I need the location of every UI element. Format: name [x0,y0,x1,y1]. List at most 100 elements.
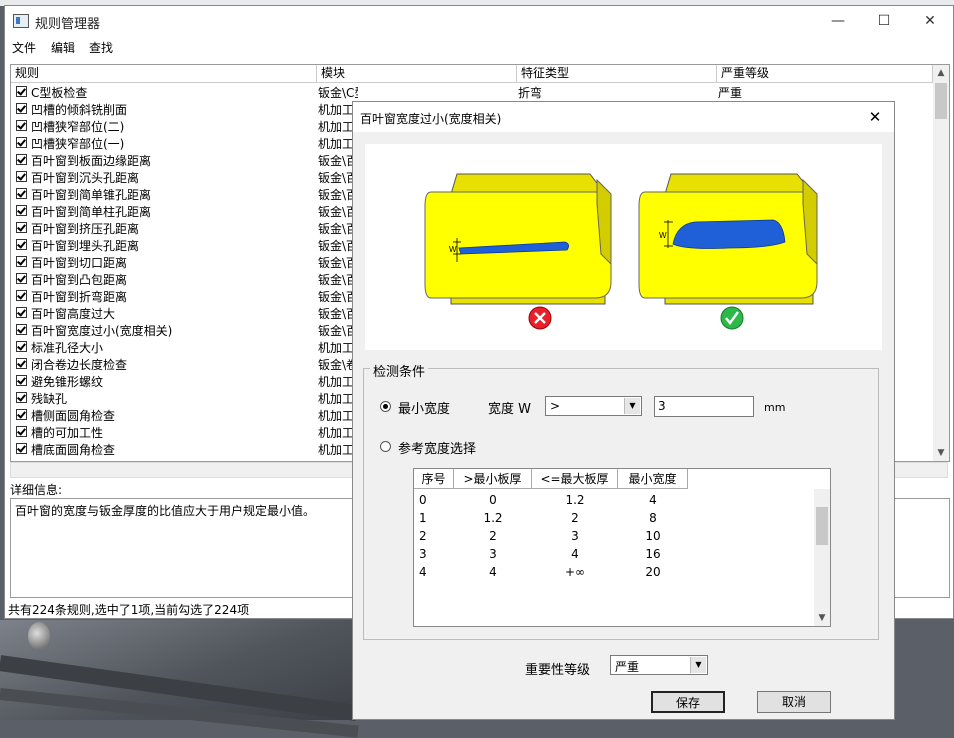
rule-name: 闭合卷边长度检查 [31,358,128,372]
importance-label: 重要性等级 [525,663,591,678]
rule-checkbox[interactable] [16,307,27,318]
rule-checkbox[interactable] [16,103,27,114]
column-header-rule[interactable]: 规则 [11,65,317,82]
table-cell[interactable]: 4 [532,545,618,563]
table-cell[interactable]: 2 [414,527,454,545]
table-cell[interactable]: 3 [454,545,532,563]
table-cell[interactable]: 4 [618,491,688,509]
minimize-icon[interactable]: — [823,10,853,32]
rule-name: 残缺孔 [31,392,68,406]
width-w-label: 宽度 W [488,402,531,417]
table-cell[interactable]: 4 [454,563,532,581]
table-cell[interactable]: 1 [414,509,454,527]
scroll-up-icon[interactable]: ▲ [933,65,949,81]
importance-select[interactable]: 严重 ▼ [610,655,708,675]
rule-checkbox[interactable] [16,205,27,216]
rule-name: 百叶窗到折弯距离 [31,290,128,304]
table-header-max-thickness[interactable]: <=最大板厚 [532,469,618,489]
rule-checkbox[interactable] [16,273,27,284]
close-icon[interactable]: ✕ [915,10,945,32]
column-header-feature[interactable]: 特征类型 [517,65,717,82]
table-header-min-thickness[interactable]: >最小板厚 [454,469,532,489]
rule-name: 凹槽狭窄部位(二) [31,120,125,134]
dialog-title: 百叶窗宽度过小(宽度相关) [360,112,502,126]
rule-list-vscrollbar[interactable]: ▲ ▼ [933,65,949,461]
window-title: 规则管理器 [35,17,101,32]
rule-name: 百叶窗到简单锥孔距离 [31,188,152,202]
rule-checkbox[interactable] [16,290,27,301]
rule-name: 百叶窗到凸包距离 [31,273,128,287]
rule-name: 槽底面圆角检查 [31,443,116,457]
radio-min-width[interactable] [380,401,391,412]
rule-checkbox[interactable] [16,222,27,233]
min-width-input[interactable]: 3 [654,396,754,417]
rule-name: 凹槽狭窄部位(一) [31,137,125,151]
menu-edit[interactable]: 编辑 [51,39,75,56]
rule-feature: 折弯 [518,86,543,100]
rule-checkbox[interactable] [16,341,27,352]
rule-checkbox[interactable] [16,375,27,386]
rule-checkbox[interactable] [16,392,27,403]
scroll-thumb[interactable] [935,83,947,119]
table-cell[interactable]: 3 [414,545,454,563]
rule-checkbox[interactable] [16,409,27,420]
dialog-title-bar[interactable]: 百叶窗宽度过小(宽度相关) ✕ [353,102,894,132]
rule-checkbox[interactable] [16,137,27,148]
dialog-close-icon[interactable]: ✕ [862,106,888,128]
table-header-index[interactable]: 序号 [414,469,454,489]
scroll-down-icon[interactable]: ▼ [814,610,830,626]
rule-checkbox[interactable] [16,171,27,182]
menu-find[interactable]: 查找 [89,39,113,56]
scroll-down-icon[interactable]: ▼ [933,445,949,461]
table-row[interactable]: C型板检查 钣金\C型板 折弯 严重 [11,83,933,100]
dimension-w-label: W [659,231,667,240]
table-cell[interactable]: 3 [532,527,618,545]
rule-name: 百叶窗到切口距离 [31,256,128,270]
rule-checkbox[interactable] [16,86,27,97]
table-cell[interactable]: 10 [618,527,688,545]
table-cell[interactable]: 0 [454,491,532,509]
rule-checkbox[interactable] [16,239,27,250]
table-cell[interactable]: 2 [532,509,618,527]
chevron-down-icon[interactable]: ▼ [690,657,706,673]
rule-checkbox[interactable] [16,324,27,335]
table-cell[interactable]: 0 [414,491,454,509]
operator-select[interactable]: > ▼ [545,396,642,416]
rule-name: 百叶窗到简单柱孔距离 [31,205,152,219]
importance-value: 严重 [615,660,640,674]
menu-file[interactable]: 文件 [12,39,36,56]
table-cell[interactable]: 1.2 [454,509,532,527]
rule-name: 百叶窗到板面边缘距离 [31,154,152,168]
operator-value: > [550,399,561,413]
column-header-module[interactable]: 模块 [317,65,517,82]
rule-checkbox[interactable] [16,256,27,267]
save-button[interactable]: 保存 [651,691,725,713]
rule-checkbox[interactable] [16,188,27,199]
option-min-width-label[interactable]: 最小宽度 [398,398,450,417]
table-cell[interactable]: 2 [454,527,532,545]
cancel-button[interactable]: 取消 [757,691,831,713]
column-header-severity[interactable]: 严重等级 [717,65,933,82]
table-cell[interactable]: +∞ [532,563,618,581]
maximize-icon[interactable]: ☐ [869,10,899,32]
rule-checkbox[interactable] [16,443,27,454]
table-cell[interactable]: 16 [618,545,688,563]
rule-checkbox[interactable] [16,426,27,437]
table-cell[interactable]: 20 [618,563,688,581]
table-header-min-width[interactable]: 最小宽度 [618,469,688,489]
rule-list-header: 规则 模块 特征类型 严重等级 [11,65,933,83]
rule-checkbox[interactable] [16,154,27,165]
table-scroll-thumb[interactable] [816,507,828,545]
rule-checkbox[interactable] [16,358,27,369]
table-cell[interactable]: 8 [618,509,688,527]
table-cell[interactable]: 1.2 [532,491,618,509]
chevron-down-icon[interactable]: ▼ [624,398,640,414]
option-reference-width-label[interactable]: 参考宽度选择 [398,438,476,457]
app-icon [13,14,29,28]
table-cell[interactable]: 4 [414,563,454,581]
background-cad-bolt [28,622,50,650]
table-vscrollbar[interactable]: ▼ [814,489,830,626]
rule-checkbox[interactable] [16,120,27,131]
title-bar[interactable]: 规则管理器 — ☐ ✕ [5,6,953,36]
radio-reference-width[interactable] [380,441,391,452]
